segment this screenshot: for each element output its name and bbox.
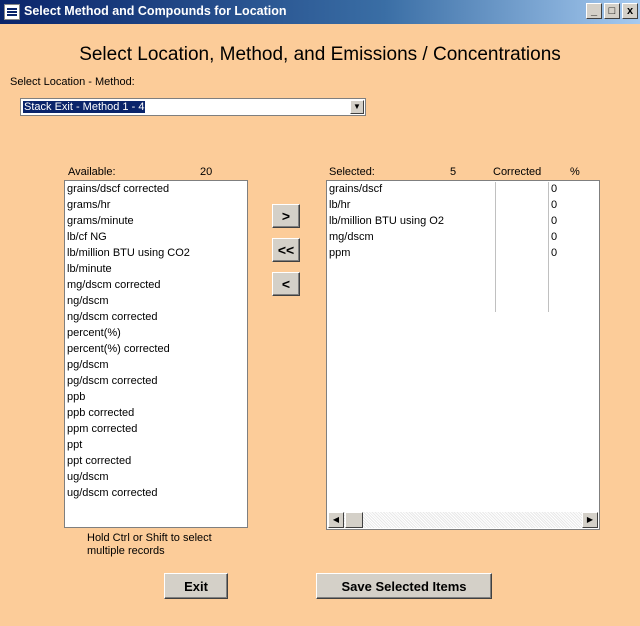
location-method-value: Stack Exit - Method 1 - 4 [23, 101, 146, 113]
dropdown-arrow-icon[interactable]: ▼ [350, 100, 364, 114]
list-item[interactable]: percent(%) corrected [67, 343, 170, 355]
list-item[interactable]: mg/dscm corrected [67, 279, 161, 291]
available-count: 20 [200, 166, 213, 178]
selected-item-name: grains/dscf [329, 183, 383, 195]
selected-count: 5 [450, 166, 457, 178]
selected-item-name: lb/million BTU using O2 [329, 215, 444, 227]
page-title: Select Location, Method, and Emissions /… [79, 44, 561, 65]
list-item[interactable]: ng/dscm [67, 295, 109, 307]
title-bar: Select Method and Compounds for Location… [0, 0, 640, 24]
horizontal-scrollbar[interactable]: ◀ ▶ [328, 512, 598, 528]
list-item[interactable]: grains/dscf corrected [67, 183, 169, 195]
selected-list[interactable]: grains/dscf 0 lb/hr 0 lb/million BTU usi… [326, 180, 600, 530]
minimize-button[interactable]: _ [586, 3, 602, 19]
scroll-right-icon[interactable]: ▶ [582, 512, 598, 528]
remove-all-button[interactable]: << [272, 238, 300, 262]
list-item[interactable]: percent(%) [67, 327, 121, 339]
location-method-label: Select Location - Method: [10, 76, 135, 88]
selected-item-name: mg/dscm [329, 231, 374, 243]
list-item[interactable]: ppt [67, 439, 82, 451]
selected-item-name: ppm [329, 247, 351, 259]
selected-item-percent: 0 [551, 231, 558, 243]
list-item[interactable]: ug/dscm corrected [67, 487, 157, 499]
selected-label: Selected: [329, 166, 375, 178]
selected-item-percent: 0 [551, 215, 558, 227]
save-selected-items-button[interactable]: Save Selected Items [316, 573, 492, 599]
selected-item-name: lb/hr [329, 199, 351, 211]
selected-item-percent: 0 [551, 247, 558, 259]
list-item[interactable]: ppb corrected [67, 407, 134, 419]
dialog-window: Select Method and Compounds for Location… [0, 0, 640, 626]
list-item[interactable]: ug/dscm [67, 471, 109, 483]
add-item-button[interactable]: > [272, 204, 300, 228]
selected-item-percent: 0 [551, 183, 558, 195]
list-item[interactable]: ppt corrected [67, 455, 131, 467]
close-button[interactable]: x [622, 3, 638, 19]
maximize-button[interactable]: □ [604, 3, 620, 19]
list-item[interactable]: ng/dscm corrected [67, 311, 157, 323]
location-method-select[interactable]: Stack Exit - Method 1 - 4 ▼ [20, 98, 366, 116]
list-item[interactable]: lb/million BTU using CO2 [67, 247, 190, 259]
scroll-left-icon[interactable]: ◀ [328, 512, 344, 528]
list-item[interactable]: ppb [67, 391, 85, 403]
remove-item-button[interactable]: < [272, 272, 300, 296]
column-divider [548, 182, 549, 312]
window-title: Select Method and Compounds for Location [24, 4, 287, 18]
selection-hint: Hold Ctrl or Shift to select multiple re… [87, 532, 212, 557]
list-item[interactable]: pg/dscm corrected [67, 375, 157, 387]
list-item[interactable]: lb/minute [67, 263, 112, 275]
selected-item-percent: 0 [551, 199, 558, 211]
column-divider [495, 182, 496, 312]
available-label: Available: [68, 166, 116, 178]
percent-column-header: % [570, 166, 580, 178]
list-item[interactable]: pg/dscm [67, 359, 109, 371]
list-item[interactable]: lb/cf NG [67, 231, 107, 243]
list-item[interactable]: ppm corrected [67, 423, 137, 435]
scroll-thumb[interactable] [345, 512, 363, 528]
list-item[interactable]: grams/hr [67, 199, 110, 211]
corrected-column-header: Corrected [493, 166, 542, 178]
exit-button[interactable]: Exit [164, 573, 228, 599]
form-icon [4, 4, 20, 20]
list-item[interactable]: grams/minute [67, 215, 134, 227]
available-list[interactable]: grains/dscf corrected grams/hr grams/min… [64, 180, 248, 528]
